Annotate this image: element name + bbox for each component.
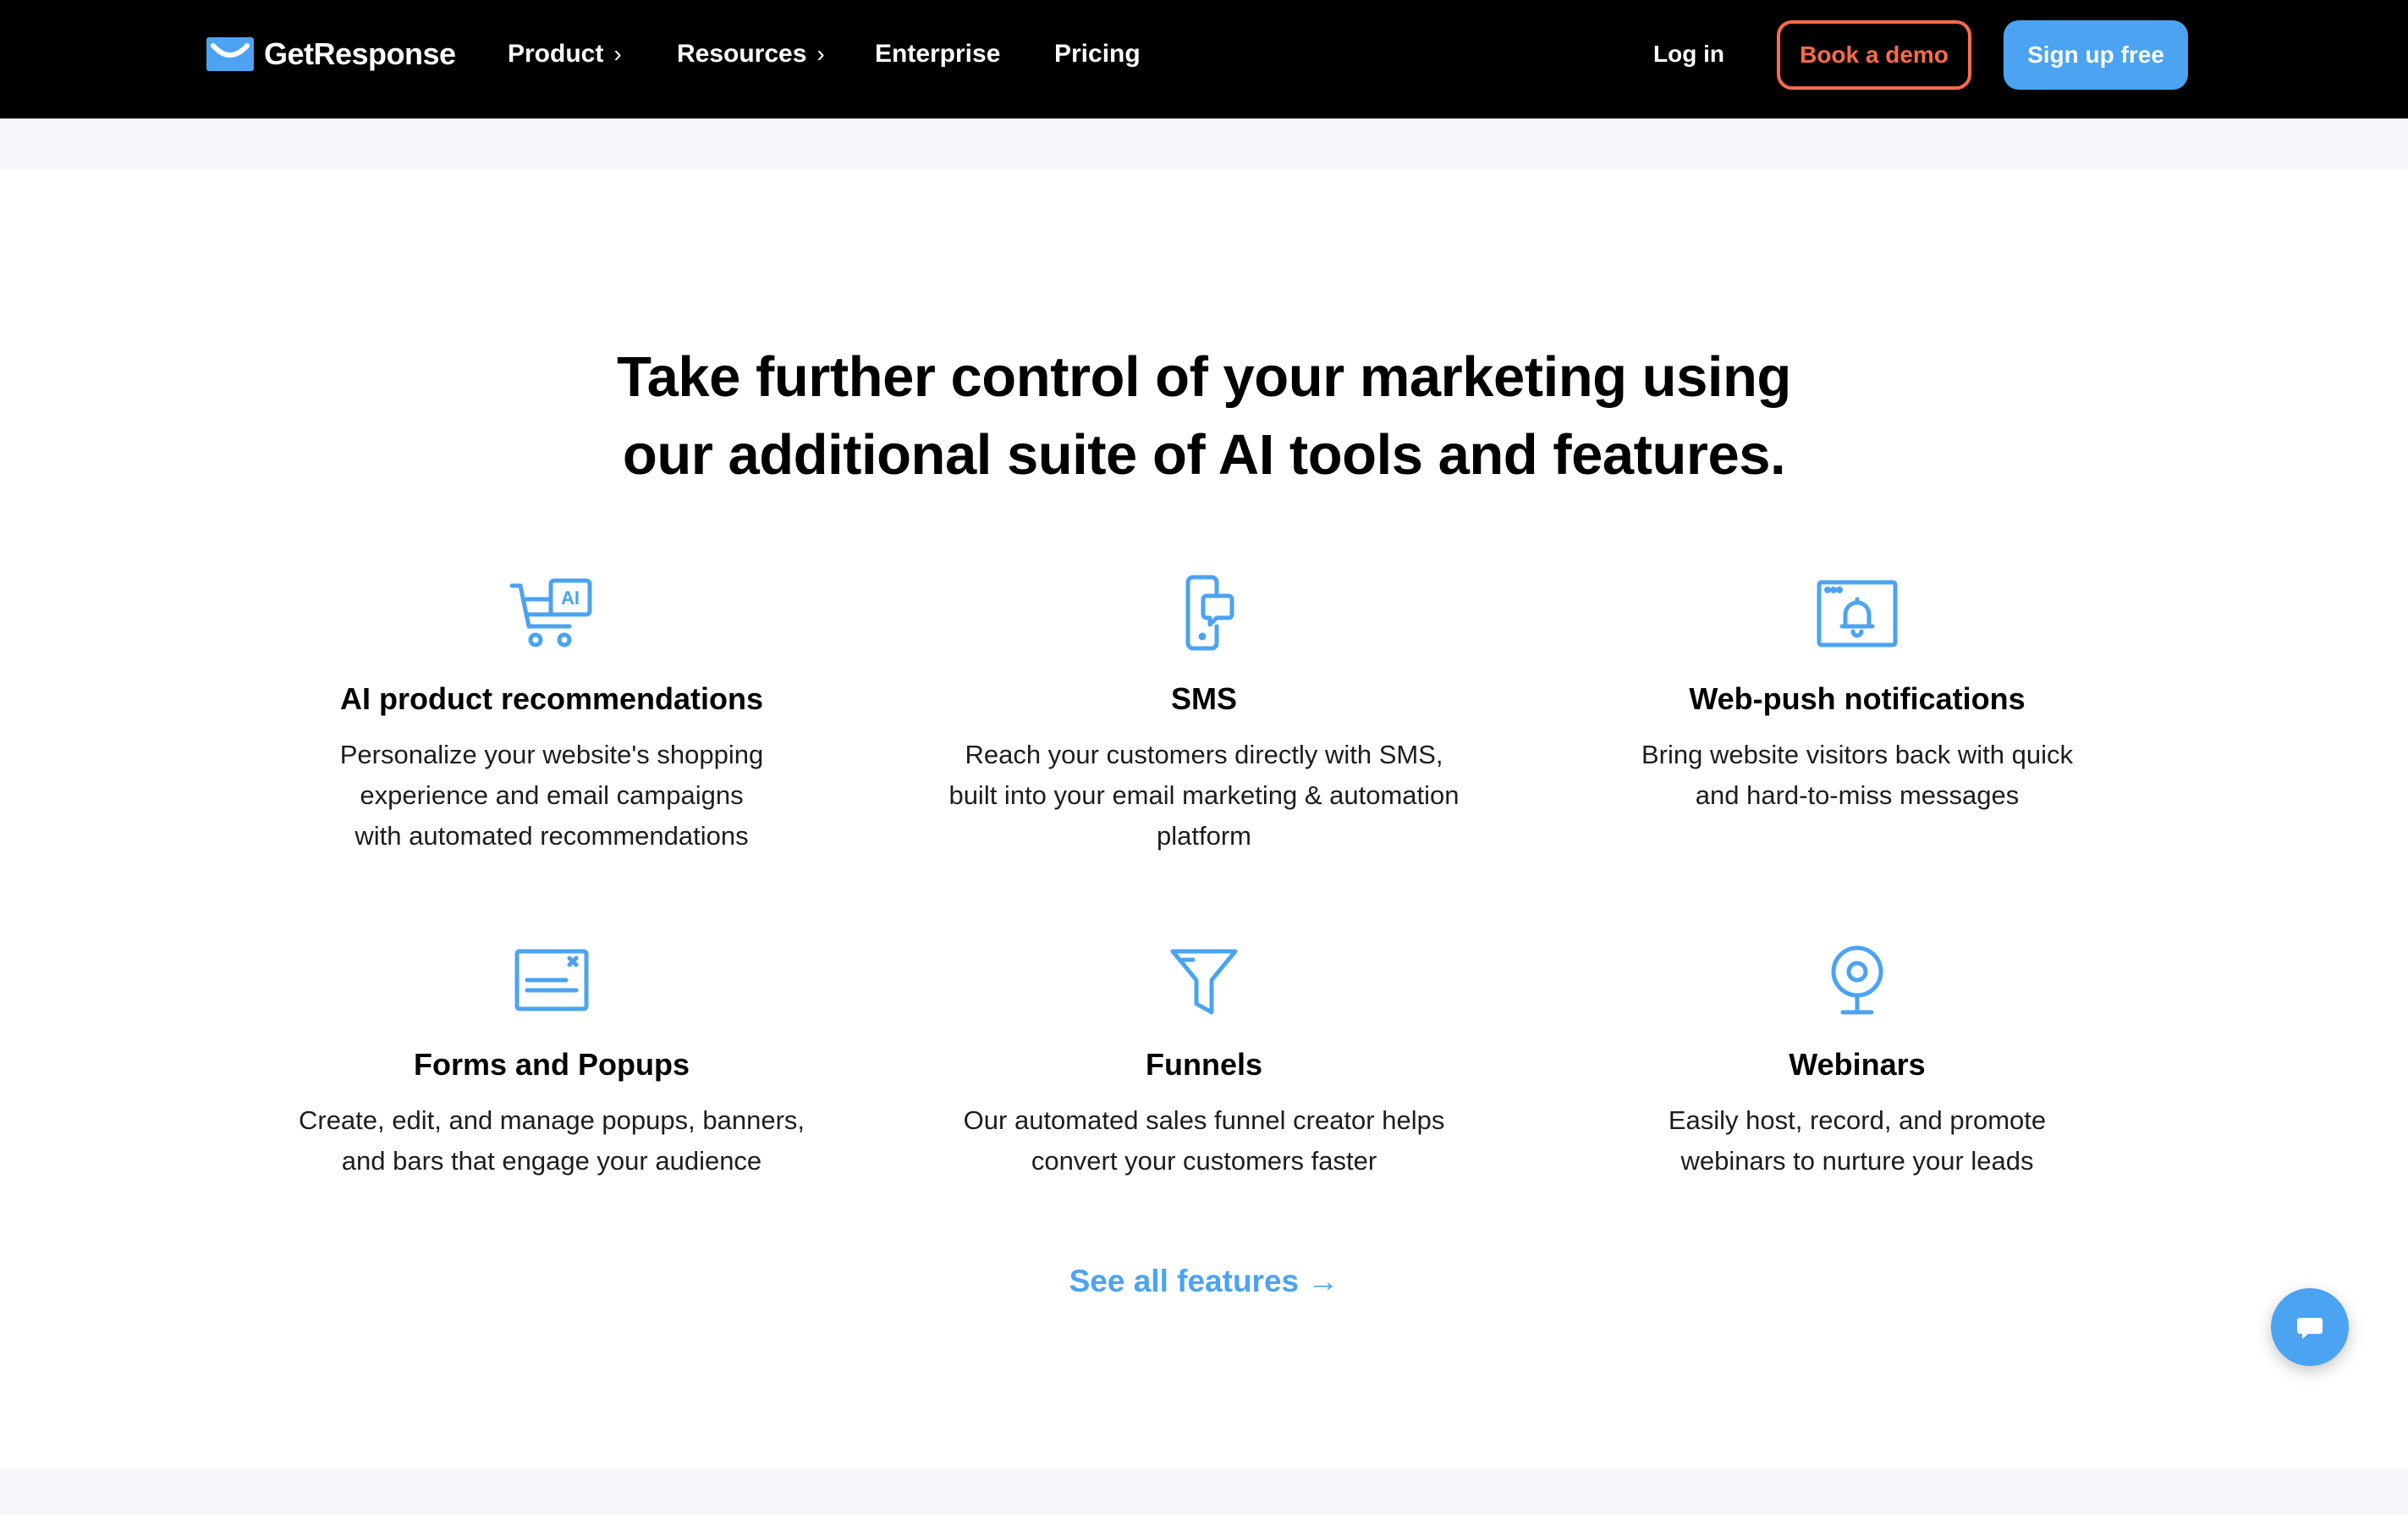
feature-webinars: Webinars Easily host, record, and promot…	[1553, 939, 2162, 1182]
desc-line: with automated recommendations	[355, 821, 749, 851]
desc-line: and bars that engage your audience	[341, 1146, 762, 1176]
feature-title: Web-push notifications	[1689, 681, 2026, 716]
chat-button[interactable]	[2271, 1288, 2349, 1366]
section-divider-band	[0, 118, 2408, 169]
nav-item-label: Resources	[677, 40, 807, 68]
feature-forms-and-popups: Forms and Popups Create, edit, and manag…	[247, 939, 856, 1182]
getresponse-logo[interactable]: GetResponse	[206, 34, 456, 74]
webcam-icon	[1831, 945, 1883, 1015]
phone-message-icon	[1185, 575, 1234, 651]
section-divider-band	[0, 1468, 2408, 1515]
feature-description: Easily host, record, and promote webinar…	[1553, 1100, 2162, 1182]
nav-item-resources[interactable]: Resources ›	[677, 37, 825, 71]
desc-line: Create, edit, and manage popups, banners…	[298, 1105, 805, 1135]
feature-title: AI product recommendations	[339, 681, 764, 716]
envelope-logo-icon	[206, 37, 254, 71]
nav-item-label: Enterprise	[875, 40, 1001, 68]
see-all-label: See all features	[1069, 1264, 1300, 1298]
chevron-right-icon: ›	[613, 41, 622, 67]
feature-description: Our automated sales funnel creator helps…	[899, 1100, 1509, 1182]
section-headline: Take further control of your marketing u…	[443, 339, 1965, 494]
feature-title: Forms and Popups	[413, 1047, 690, 1082]
top-navigation-bar: GetResponse Product › Resources › Enterpri…	[0, 0, 2408, 118]
desc-line: Easily host, record, and promote	[1668, 1105, 2047, 1135]
feature-title: Webinars	[1789, 1047, 1926, 1082]
feature-funnels: Funnels Our automated sales funnel creat…	[899, 939, 1509, 1182]
desc-line: webinars to nurture your leads	[1680, 1146, 2034, 1176]
feature-web-push-notifications: Web-push notifications Bring website vis…	[1553, 574, 2162, 816]
desc-line: convert your customers faster	[1031, 1146, 1377, 1176]
desc-line: platform	[1157, 821, 1251, 851]
chevron-right-icon: ›	[816, 41, 825, 67]
svg-text:AI: AI	[561, 587, 580, 609]
book-demo-button[interactable]: Book a demo	[1777, 20, 1971, 90]
form-popup-icon	[514, 949, 589, 1011]
feature-ai-product-recommendations: AI AI product recommendations Personaliz…	[247, 574, 856, 857]
desc-line: Bring website visitors back with quick	[1641, 740, 2073, 769]
desc-line: Our automated sales funnel creator helps	[963, 1105, 1445, 1135]
login-link[interactable]: Log in	[1653, 37, 1724, 71]
sign-up-free-button[interactable]: Sign up free	[2004, 20, 2188, 90]
desc-line: Personalize your website's shopping	[339, 740, 764, 769]
feature-title: Funnels	[1145, 1047, 1262, 1082]
chat-bubble-icon	[2297, 1318, 2323, 1339]
nav-item-label: Pricing	[1054, 40, 1141, 68]
feature-description: Create, edit, and manage popups, banners…	[247, 1100, 856, 1182]
cart-ai-icon: AI	[509, 578, 592, 647]
nav-item-label: Product	[508, 40, 604, 68]
feature-description: Personalize your website's shopping expe…	[247, 735, 856, 857]
desc-line: experience and email campaigns	[360, 780, 744, 810]
desc-line: and hard-to-miss messages	[1695, 780, 2020, 810]
nav-item-pricing[interactable]: Pricing	[1054, 37, 1141, 71]
desc-line: Reach your customers directly with SMS,	[965, 740, 1443, 769]
logo-text: GetResponse	[264, 36, 456, 71]
nav-item-product[interactable]: Product ›	[508, 37, 622, 71]
nav-item-enterprise[interactable]: Enterprise	[875, 37, 1000, 71]
feature-sms: SMS Reach your customers directly with S…	[899, 574, 1509, 857]
arrow-right-icon: →	[1307, 1264, 1339, 1298]
browser-bell-icon	[1817, 580, 1898, 647]
desc-line: built into your email marketing & automa…	[948, 780, 1460, 810]
funnel-icon	[1170, 949, 1238, 1015]
feature-title: SMS	[1170, 681, 1237, 716]
headline-line-1: Take further control of your marketing u…	[617, 345, 1791, 409]
headline-line-2: our additional suite of AI tools and fea…	[622, 423, 1786, 487]
feature-description: Reach your customers directly with SMS, …	[899, 735, 1509, 857]
feature-description: Bring website visitors back with quick a…	[1553, 735, 2162, 816]
see-all-features-link[interactable]: See all features →	[950, 1258, 1458, 1305]
